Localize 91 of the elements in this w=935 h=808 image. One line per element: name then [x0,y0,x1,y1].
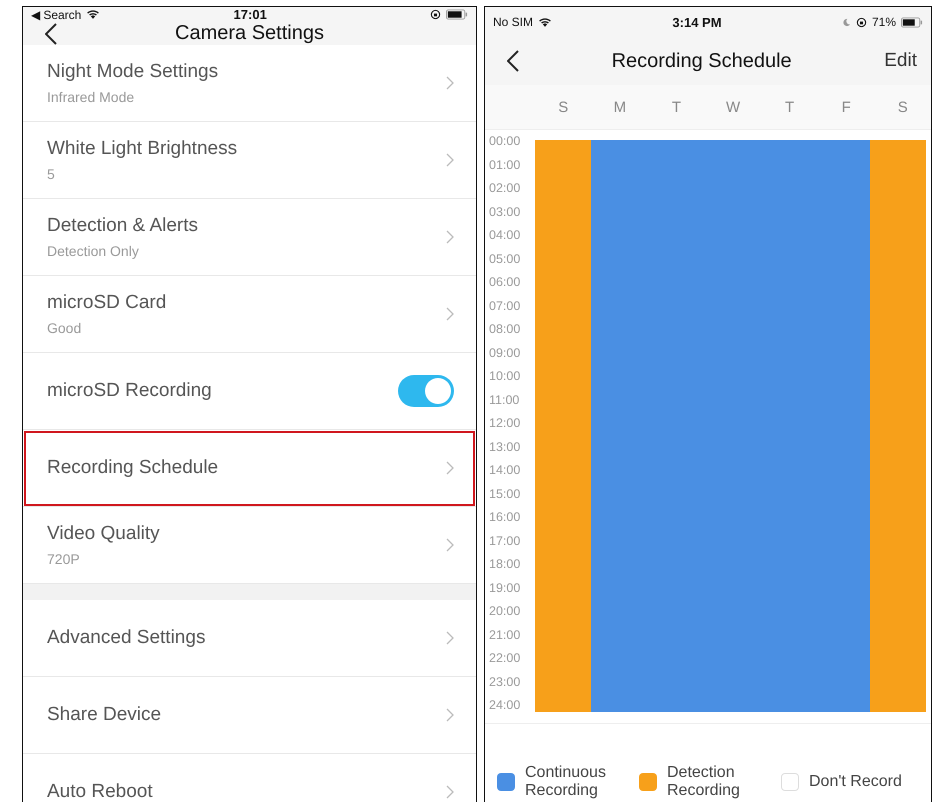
schedule-day-column[interactable] [870,140,926,712]
setting-value: Good [47,320,82,336]
hour-label: 23:00 [488,676,522,690]
hour-label: 07:00 [488,300,522,314]
carrier-label: No SIM [493,15,534,29]
weekday-label: F [840,98,852,116]
setting-label: Detection & Alerts [47,215,200,237]
battery-icon [446,9,468,20]
legend-swatch [781,772,799,790]
setting-value: Detection Only [47,243,140,259]
toggle-switch[interactable] [398,375,454,407]
setting-value: 720P [47,551,81,567]
hour-label: 24:00 [488,699,522,714]
battery-percent: 71% [872,15,896,29]
screen-title: Recording Schedule [610,50,793,72]
settings-row[interactable]: Advanced Settings [23,600,476,677]
hour-label: 18:00 [488,558,522,573]
schedule-day-column[interactable] [535,140,591,712]
hour-label: 16:00 [488,511,522,526]
status-time: 17:01 [232,7,268,22]
setting-label: White Light Brightness [47,138,238,160]
hour-label: 19:00 [488,582,522,596]
wifi-icon [538,16,552,28]
weekday-label: W [724,98,742,116]
settings-row[interactable]: Auto Reboot [23,754,476,802]
hour-label: 13:00 [488,440,522,456]
hour-label: 12:00 [488,417,522,432]
hour-label: 01:00 [488,158,522,174]
hour-label: 10:00 [488,370,522,385]
chevron-right-icon [446,631,454,645]
hour-label: 15:00 [488,488,522,502]
setting-label: Night Mode Settings [47,61,220,83]
back-to-app-link[interactable]: ◀ Search [31,8,82,22]
settings-row[interactable]: microSD Recording [23,353,476,430]
setting-label: Advanced Settings [47,627,206,649]
orientation-lock-icon [856,16,867,28]
hour-label: 00:00 [488,135,522,150]
weekday-label: S [557,98,570,116]
settings-row[interactable]: Detection & Alerts Detection Only [23,199,476,276]
setting-value: Infrared Mode [47,89,136,105]
back-icon[interactable] [507,50,519,72]
orientation-lock-icon [430,9,441,20]
hour-label: 22:00 [488,652,522,667]
edit-button[interactable]: Edit [884,50,917,72]
hour-label: 03:00 [488,206,522,220]
setting-label: Share Device [47,704,162,726]
hour-label: 02:00 [488,182,522,197]
hour-label: 20:00 [488,605,522,620]
chevron-right-icon [446,538,454,552]
settings-row[interactable]: Recording Schedule [23,430,476,507]
screen-title: Camera Settings [174,22,325,45]
weekday-label: M [612,98,628,116]
settings-row[interactable]: White Light Brightness 5 [23,122,476,199]
moon-icon [842,18,851,26]
chevron-right-icon [446,76,454,90]
settings-row[interactable]: Night Mode Settings Infrared Mode [23,45,476,122]
setting-label: Recording Schedule [47,457,220,479]
settings-row[interactable]: microSD Card Good [23,276,476,353]
weekday-label: T [784,98,796,116]
setting-label: microSD Card [47,292,168,314]
back-icon[interactable] [45,22,57,44]
hour-label: 04:00 [488,229,522,244]
chevron-right-icon [446,153,454,167]
chevron-right-icon [446,708,454,722]
setting-label: microSD Recording [47,380,213,402]
hour-label: 17:00 [488,534,522,550]
setting-label: Auto Reboot [47,781,154,802]
status-time: 3:14 PM [671,14,723,30]
hour-label: 05:00 [488,252,522,268]
hour-label: 14:00 [488,464,522,479]
setting-value: 5 [47,166,56,182]
weekday-label: T [670,98,682,116]
schedule-day-column[interactable] [590,140,647,712]
legend-label: Detection Recording [667,764,741,800]
chevron-right-icon [446,785,454,799]
hour-label: 08:00 [488,323,522,338]
chevron-right-icon [446,230,454,244]
legend-label: Continuous Recording [525,764,607,800]
hour-label: 11:00 [488,394,520,408]
wifi-icon [86,9,100,20]
schedule-day-column[interactable] [814,140,870,712]
hour-label: 09:00 [488,346,522,362]
settings-row[interactable]: Share Device [23,677,476,754]
legend-label: Don't Record [809,772,902,790]
hour-label: 21:00 [488,628,522,644]
weekday-label: S [896,98,909,116]
chevron-right-icon [446,307,454,321]
hour-label: 06:00 [488,276,522,291]
chevron-right-icon [446,461,454,475]
setting-label: Video Quality [47,523,161,545]
battery-icon [901,16,923,28]
